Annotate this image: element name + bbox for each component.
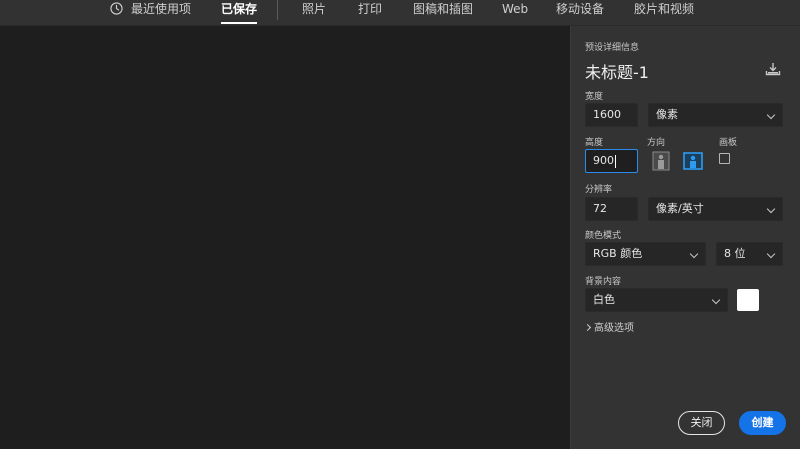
background-label: 背景内容 [585, 277, 622, 287]
color-mode-select[interactable]: RGB 颜色 [585, 242, 706, 266]
tab-mobile-label: 移动设备 [556, 2, 605, 16]
orientation-label: 方向 [647, 138, 666, 148]
tab-film-video[interactable]: 胶片和视频 [634, 0, 694, 26]
tab-film-video-label: 胶片和视频 [634, 2, 695, 16]
height-label: 高度 [585, 138, 604, 148]
chevron-down-icon [766, 110, 776, 120]
tab-art-illustration-label: 图稿和插图 [413, 2, 474, 16]
preset-details-panel: 预设详细信息 未标题-1 宽度 1600 像素 高度 方向 画板 900 分辨率… [570, 26, 800, 449]
portrait-orientation-icon[interactable] [652, 151, 670, 171]
advanced-options-toggle[interactable]: 高级选项 [583, 319, 634, 334]
tab-art-illustration[interactable]: 图稿和插图 [413, 0, 473, 26]
landscape-orientation-icon[interactable] [683, 151, 703, 171]
background-value: 白色 [593, 293, 615, 306]
tab-print[interactable]: 打印 [358, 0, 382, 26]
background-select[interactable]: 白色 [585, 288, 728, 312]
artboard-checkbox[interactable] [719, 153, 730, 164]
chevron-right-icon [583, 323, 592, 332]
preset-details-heading: 预设详细信息 [585, 43, 640, 53]
background-color-swatch[interactable] [737, 289, 759, 311]
text-caret [615, 154, 616, 168]
width-value: 1600 [593, 108, 621, 121]
tab-recent-label: 最近使用项 [131, 2, 192, 16]
resolution-label: 分辨率 [585, 185, 613, 195]
tab-web[interactable]: Web [502, 0, 528, 26]
tab-saved[interactable]: 已保存 [221, 0, 258, 26]
tab-photo-label: 照片 [302, 2, 327, 16]
create-button[interactable]: 创建 [739, 411, 786, 435]
tab-recent[interactable]: 最近使用项 [110, 0, 191, 26]
preset-list-area [0, 26, 570, 449]
preset-tab-bar: 最近使用项 已保存 照片 打印 图稿和插图 Web 移动设备 胶片和视频 [0, 0, 800, 26]
tab-saved-label: 已保存 [221, 2, 258, 16]
bit-depth-select[interactable]: 8 位 [716, 242, 783, 266]
chevron-down-icon [766, 204, 776, 214]
chevron-down-icon [711, 295, 721, 305]
chevron-down-icon [766, 249, 776, 259]
width-label: 宽度 [585, 92, 604, 102]
tab-divider [277, 0, 278, 20]
clock-icon [110, 2, 123, 15]
color-mode-value: RGB 颜色 [593, 247, 643, 260]
artboard-label: 画板 [719, 138, 738, 148]
tab-mobile[interactable]: 移动设备 [556, 0, 604, 26]
width-unit-select[interactable]: 像素 [648, 103, 783, 127]
width-unit-value: 像素 [656, 108, 678, 121]
resolution-value: 72 [593, 202, 607, 215]
tab-photo[interactable]: 照片 [302, 0, 326, 26]
color-mode-label: 颜色模式 [585, 231, 622, 241]
chevron-down-icon [689, 249, 699, 259]
save-preset-icon[interactable] [765, 62, 781, 76]
tab-print-label: 打印 [358, 2, 383, 16]
resolution-input[interactable]: 72 [585, 197, 638, 221]
height-input[interactable]: 900 [585, 149, 638, 173]
height-value: 900 [593, 154, 614, 167]
resolution-unit-value: 像素/英寸 [656, 202, 704, 215]
document-name-field[interactable]: 未标题-1 [585, 59, 649, 83]
advanced-options-label: 高级选项 [594, 323, 634, 334]
width-input[interactable]: 1600 [585, 103, 638, 127]
resolution-unit-select[interactable]: 像素/英寸 [648, 197, 783, 221]
tab-web-label: Web [502, 2, 529, 16]
close-button[interactable]: 关闭 [678, 411, 725, 435]
bit-depth-value: 8 位 [724, 247, 746, 260]
